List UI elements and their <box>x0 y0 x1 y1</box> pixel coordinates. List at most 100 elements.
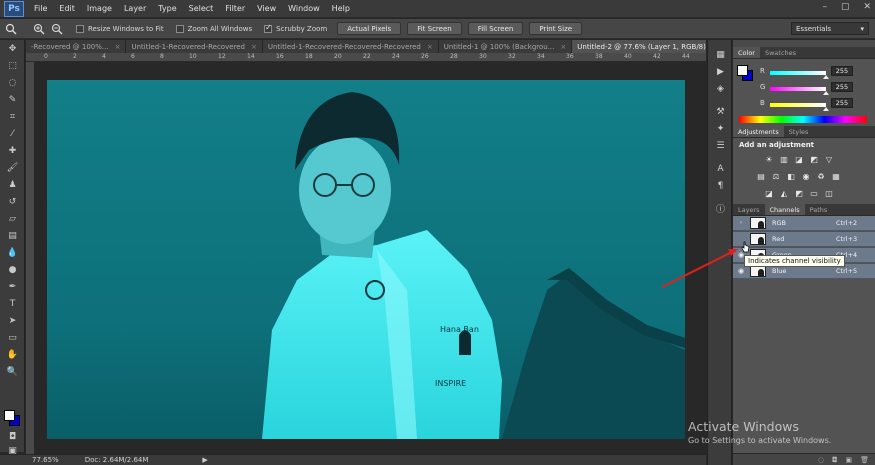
red-value-field[interactable]: 255 <box>831 66 853 76</box>
document-tab[interactable]: Untitled-1-Recovered-Recovered × <box>126 40 263 53</box>
posterize-icon[interactable]: ◭ <box>778 187 790 199</box>
tab-layers[interactable]: Layers <box>733 204 765 215</box>
print-size-button[interactable]: Print Size <box>529 22 583 35</box>
blue-slider-track[interactable] <box>770 103 826 107</box>
close-tab-icon[interactable]: × <box>115 43 121 51</box>
layer-comps-icon[interactable]: ◈ <box>708 80 733 97</box>
save-selection-icon[interactable]: ◘ <box>832 456 838 464</box>
color-foreground-swatch[interactable] <box>737 65 748 76</box>
green-slider-thumb[interactable] <box>823 91 829 95</box>
healing-brush-tool-icon[interactable]: ✚ <box>0 142 25 159</box>
dodge-tool-icon[interactable]: ● <box>0 261 25 278</box>
menu-help[interactable]: Help <box>326 4 356 13</box>
color-lookup-icon[interactable]: ▦ <box>830 170 842 182</box>
red-slider-track[interactable] <box>770 71 826 75</box>
color-balance-icon[interactable]: ⚖ <box>770 170 782 182</box>
document-tab-active[interactable]: Untitled-2 @ 77.6% (Layer 1, RGB/8) *× <box>572 40 706 53</box>
history-brush-tool-icon[interactable]: ↺ <box>0 193 25 210</box>
move-tool-icon[interactable]: ✥ <box>0 40 25 57</box>
close-tab-icon[interactable]: × <box>251 43 257 51</box>
menu-window[interactable]: Window <box>282 4 326 13</box>
marquee-tool-icon[interactable]: ⬚ <box>0 57 25 74</box>
brush-tool-icon[interactable]: 🖌 <box>0 159 25 176</box>
brush-panel-icon[interactable]: ✦ <box>708 120 733 137</box>
fill-screen-button[interactable]: Fill Screen <box>467 22 524 35</box>
minimize-button[interactable]: – <box>822 2 827 12</box>
green-value-field[interactable]: 255 <box>831 82 853 92</box>
document-tab[interactable]: -Recovered @ 100%... × <box>26 40 127 53</box>
tool-presets-icon[interactable]: ⚒ <box>708 103 733 120</box>
clone-stamp-tool-icon[interactable]: ♟ <box>0 176 25 193</box>
levels-icon[interactable]: ▥ <box>778 153 790 165</box>
zoom-out-icon[interactable] <box>50 22 64 36</box>
blue-slider[interactable]: B 255 <box>733 98 875 111</box>
close-tab-icon[interactable]: × <box>427 43 433 51</box>
path-selection-tool-icon[interactable]: ➤ <box>0 312 25 329</box>
fit-screen-button[interactable]: Fit Screen <box>407 22 462 35</box>
canvas-area[interactable]: Hana Ban INSPIRE <box>35 62 706 454</box>
menu-filter[interactable]: Filter <box>219 4 251 13</box>
scrubby-zoom-checkbox[interactable]: Scrubby Zoom <box>264 23 327 33</box>
close-tab-icon[interactable]: × <box>560 43 566 51</box>
character-panel-icon[interactable]: A <box>708 160 733 177</box>
delete-channel-icon[interactable]: 🗑 <box>860 456 869 464</box>
info-panel-icon[interactable]: ⓘ <box>708 200 733 217</box>
type-tool-icon[interactable]: T <box>0 295 25 312</box>
resize-windows-box[interactable] <box>76 24 84 33</box>
maximize-button[interactable]: ▢ <box>841 2 850 12</box>
scrubby-zoom-box[interactable] <box>264 23 273 33</box>
channel-mixer-icon[interactable]: ♻ <box>815 170 827 182</box>
vibrance-icon[interactable]: ▽ <box>823 153 835 165</box>
resize-windows-checkbox[interactable]: Resize Windows to Fit <box>76 24 164 33</box>
document-image[interactable]: Hana Ban INSPIRE <box>47 80 685 439</box>
crop-tool-icon[interactable]: ⌗ <box>0 108 25 125</box>
menu-layer[interactable]: Layer <box>118 4 152 13</box>
tab-swatches[interactable]: Swatches <box>760 47 801 58</box>
visibility-toggle-icon[interactable]: ◦ <box>735 216 747 231</box>
menu-select[interactable]: Select <box>183 4 220 13</box>
gradient-tool-icon[interactable]: ▤ <box>0 227 25 244</box>
new-channel-icon[interactable]: ▣ <box>845 456 852 464</box>
menu-view[interactable]: View <box>251 4 282 13</box>
quick-selection-tool-icon[interactable]: ✎ <box>0 91 25 108</box>
document-tab[interactable]: Untitled-1-Recovered-Recovered-Recovered… <box>262 40 439 53</box>
tab-channels[interactable]: Channels <box>764 204 805 215</box>
blue-slider-thumb[interactable] <box>823 107 829 111</box>
color-spectrum-bar[interactable] <box>739 116 867 123</box>
horizontal-ruler[interactable]: 0 2 4 6 8 10 12 14 16 18 20 22 24 26 28 30 32 34 36 38 40 42 4… <box>26 53 706 62</box>
eyedropper-tool-icon[interactable]: ⁄ <box>0 125 25 142</box>
actions-panel-icon[interactable]: ▶ <box>708 63 733 80</box>
zoom-all-windows-box[interactable] <box>175 24 184 33</box>
curves-icon[interactable]: ◪ <box>793 153 805 165</box>
green-slider[interactable]: G 255 <box>733 82 875 95</box>
menu-image[interactable]: Image <box>81 4 118 13</box>
brightness-contrast-icon[interactable]: ☀ <box>763 153 775 165</box>
channel-row-red[interactable]: Red Ctrl+3 <box>733 232 875 247</box>
history-panel-icon[interactable]: ▦ <box>708 46 733 63</box>
blur-tool-icon[interactable]: 💧 <box>0 244 25 261</box>
play-arrow-icon[interactable]: ▶ <box>202 456 207 464</box>
menu-file[interactable]: File <box>28 4 53 13</box>
photo-filter-icon[interactable]: ◉ <box>800 170 812 182</box>
paragraph-panel-icon[interactable]: ¶ <box>708 177 733 194</box>
zoom-tool-icon[interactable]: 🔍 <box>0 363 25 380</box>
tab-styles[interactable]: Styles <box>784 126 814 137</box>
shape-tool-icon[interactable]: ▭ <box>0 329 25 346</box>
eraser-tool-icon[interactable]: ▱ <box>0 210 25 227</box>
exposure-icon[interactable]: ◩ <box>808 153 820 165</box>
invert-icon[interactable]: ◪ <box>763 187 775 199</box>
red-slider[interactable]: R 255 <box>733 66 875 79</box>
zoom-level[interactable]: 77.65% <box>32 456 59 464</box>
tab-paths[interactable]: Paths <box>805 204 833 215</box>
gradient-map-icon[interactable]: ▭ <box>808 187 820 199</box>
zoom-in-icon[interactable] <box>32 22 46 36</box>
foreground-color-swatch[interactable] <box>4 410 15 421</box>
zoom-all-windows-checkbox[interactable]: Zoom All Windows <box>175 24 252 33</box>
hand-tool-icon[interactable]: ✋ <box>0 346 25 363</box>
channel-row-rgb[interactable]: ◦ RGB Ctrl+2 <box>733 216 875 231</box>
blue-value-field[interactable]: 255 <box>831 98 853 108</box>
close-button[interactable]: ✕ <box>863 2 871 12</box>
tab-color[interactable]: Color <box>733 47 760 58</box>
selective-color-icon[interactable]: ◫ <box>823 187 835 199</box>
zoom-tool-preset-icon[interactable] <box>4 22 18 36</box>
